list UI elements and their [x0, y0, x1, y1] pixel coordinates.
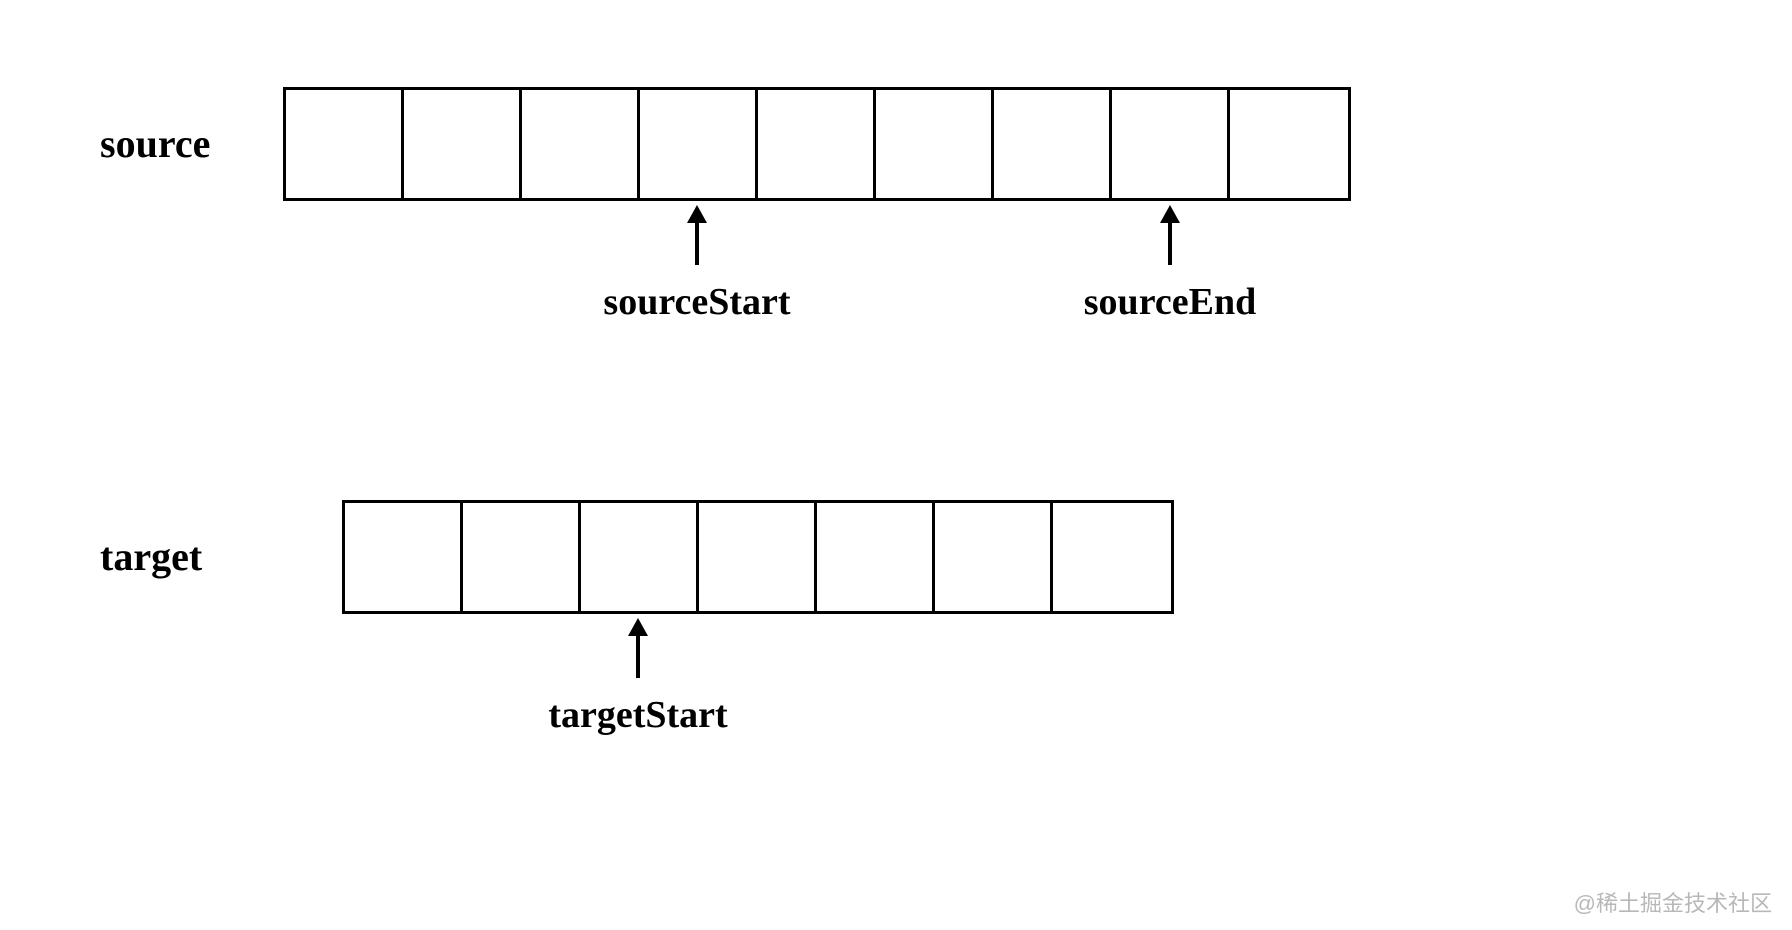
- source-cell: [522, 90, 640, 198]
- arrow-up-icon: [626, 618, 650, 678]
- target-cell: [935, 503, 1053, 611]
- source-start-pointer: sourceStart: [587, 205, 807, 324]
- target-cell: [699, 503, 817, 611]
- source-cell: [1112, 90, 1230, 198]
- source-cell: [876, 90, 994, 198]
- arrow-up-icon: [685, 205, 709, 265]
- target-start-label: targetStart: [528, 693, 748, 737]
- source-cell: [1230, 90, 1348, 198]
- target-cell: [817, 503, 935, 611]
- target-start-pointer: targetStart: [528, 618, 748, 737]
- watermark: @稀土掘金技术社区: [1574, 886, 1772, 918]
- source-start-label: sourceStart: [587, 280, 807, 324]
- source-label: source: [100, 120, 210, 167]
- source-cell: [758, 90, 876, 198]
- source-cell: [640, 90, 758, 198]
- target-array: [342, 500, 1174, 614]
- target-cell: [1053, 503, 1171, 611]
- source-cell: [404, 90, 522, 198]
- source-end-label: sourceEnd: [1060, 280, 1280, 324]
- arrow-up-icon: [1158, 205, 1182, 265]
- target-label: target: [100, 533, 202, 580]
- target-cell: [581, 503, 699, 611]
- source-array: [283, 87, 1351, 201]
- target-cell: [463, 503, 581, 611]
- source-end-pointer: sourceEnd: [1060, 205, 1280, 324]
- target-cell: [345, 503, 463, 611]
- source-cell: [286, 90, 404, 198]
- source-cell: [994, 90, 1112, 198]
